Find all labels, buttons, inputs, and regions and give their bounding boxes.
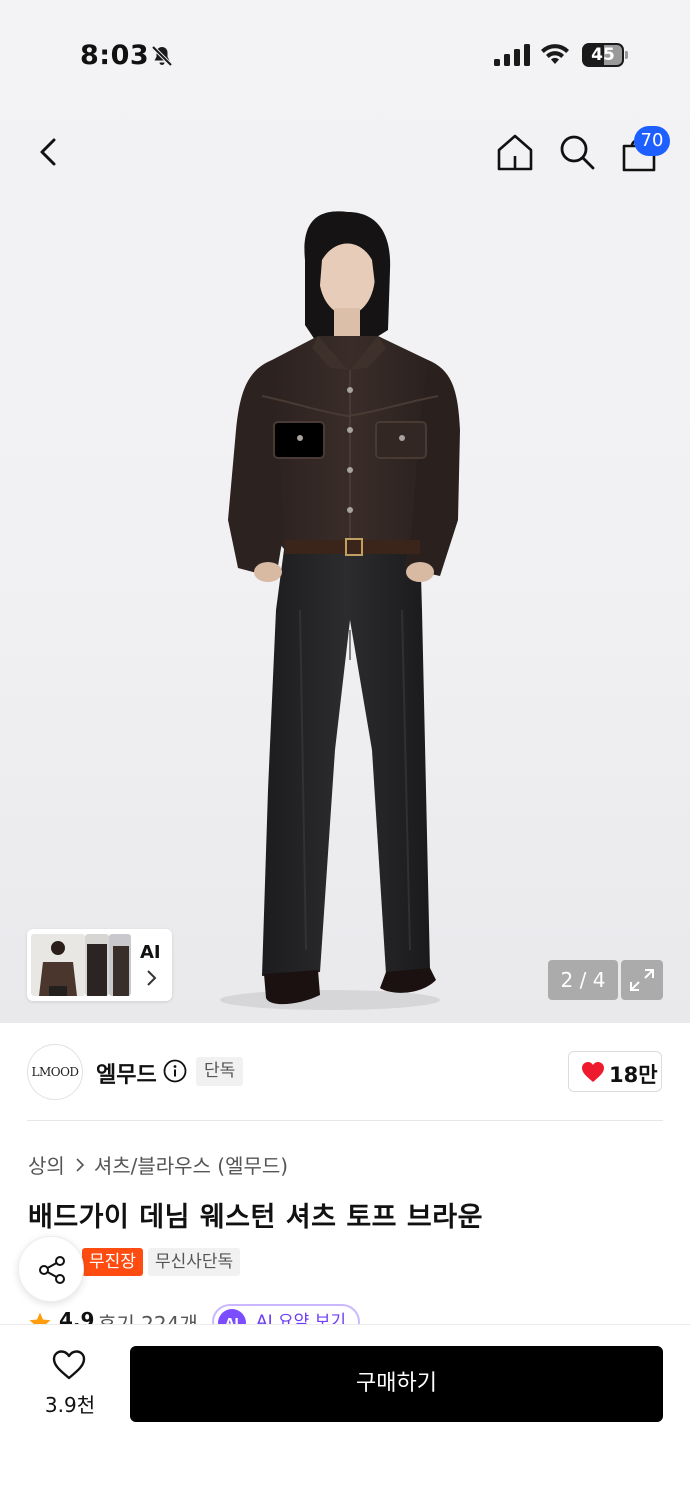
exclusive-tag: 단독	[196, 1057, 244, 1086]
status-time: 8:03	[80, 40, 150, 71]
breadcrumb-item[interactable]: 상의	[28, 1154, 65, 1178]
brand-name[interactable]: 엘무드	[96, 1057, 157, 1089]
heart-filled-icon	[582, 1062, 604, 1082]
buy-button[interactable]: 구매하기	[130, 1346, 663, 1422]
bell-off-icon	[151, 45, 173, 67]
expand-image-button[interactable]	[621, 960, 663, 1000]
battery-level: 45	[591, 45, 615, 65]
product-title: 배드가이 데님 웨스턴 셔츠 토프 브라운	[28, 1202, 483, 1233]
image-page-indicator: 2 / 4	[548, 960, 618, 1000]
wishlist-button[interactable]: 3.9천	[30, 1349, 110, 1419]
badge-mujinjang: 무진장	[82, 1248, 143, 1276]
breadcrumb: 상의 셔츠/블라우스 (엘무드)	[28, 1150, 288, 1179]
ai-styling-thumbnails[interactable]: AI	[27, 929, 172, 1001]
heart-outline-icon	[52, 1350, 86, 1380]
divider	[27, 1120, 663, 1121]
battery-icon: 45	[582, 43, 628, 67]
brand-logo[interactable]: LMOOD	[27, 1044, 83, 1100]
product-photo	[220, 211, 460, 1010]
brand-like-button[interactable]: 18만	[568, 1051, 662, 1092]
brand-row: LMOOD 엘무드 단독 18만	[0, 1023, 690, 1121]
chevron-right-icon	[76, 1158, 84, 1172]
cart-count-badge: 70	[634, 126, 670, 156]
thumbnail-image-3	[109, 934, 131, 996]
back-icon[interactable]	[30, 130, 70, 174]
breadcrumb-item[interactable]: 셔츠/블라우스 (엘무드)	[94, 1154, 288, 1178]
ai-label: AI	[140, 942, 161, 963]
status-bar: 8:03 45	[0, 0, 690, 110]
thumbnail-image-1	[31, 934, 85, 996]
chevron-right-icon	[147, 970, 157, 986]
wishlist-count: 3.9천	[44, 1393, 96, 1417]
expand-icon	[630, 969, 654, 991]
share-icon	[39, 1256, 65, 1284]
share-button[interactable]	[18, 1236, 84, 1302]
wifi-icon	[541, 44, 569, 64]
thumbnail-image-2	[85, 934, 109, 996]
search-icon[interactable]	[556, 130, 598, 174]
top-nav	[0, 120, 690, 184]
home-icon[interactable]	[494, 130, 536, 174]
signal-icon	[494, 44, 530, 66]
info-icon[interactable]	[163, 1059, 187, 1083]
bottom-action-bar: 3.9천 구매하기	[0, 1324, 690, 1500]
badge-musinsa-exclusive: 무신사단독	[148, 1248, 241, 1276]
brand-like-count: 18만	[609, 1063, 658, 1087]
